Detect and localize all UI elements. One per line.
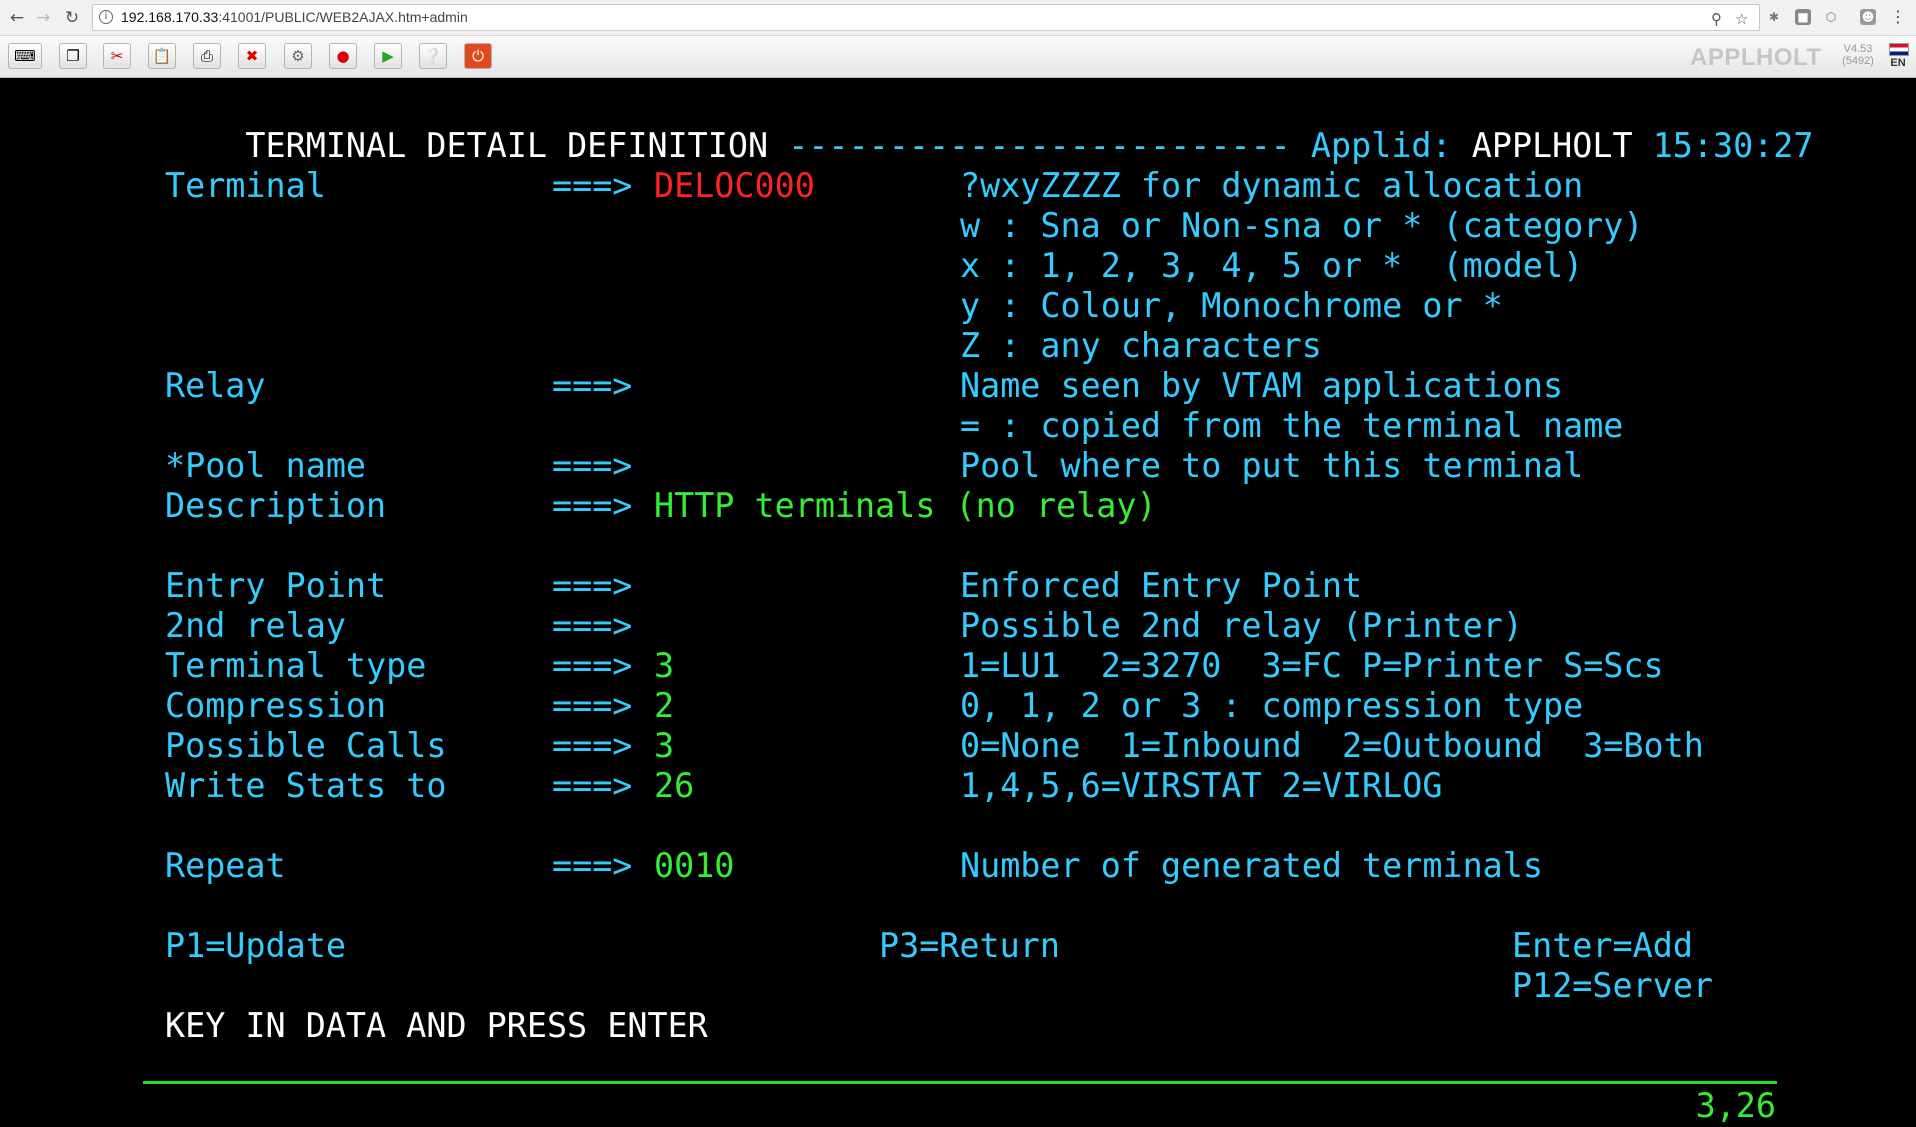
brand-logo: APPLHOLT bbox=[1690, 44, 1822, 71]
help-terminal-5: Z : any characters bbox=[960, 326, 1322, 365]
enter-add-key[interactable]: Enter=Add bbox=[1512, 926, 1693, 966]
help-repeat: Number of generated terminals bbox=[960, 846, 1543, 885]
applid-label: Applid: bbox=[1310, 126, 1452, 165]
arrow-left-icon[interactable]: ← bbox=[7, 8, 27, 28]
arrow-compression: ===> bbox=[552, 686, 633, 725]
applid-value: APPLHOLT bbox=[1471, 126, 1633, 165]
help-compression: 0, 1, 2 or 3 : compression type bbox=[960, 686, 1584, 725]
arrow-2nd-relay: ===> bbox=[552, 606, 633, 645]
emulator-toolbar: ⌨ ❐ ✂ 📋 ⎙ ✖ ⚙ ● ▶ ❔ ⏻ APPLHOLT V4.53 (54… bbox=[0, 36, 1916, 78]
terminal-type-input[interactable]: 3 bbox=[654, 646, 674, 686]
pf3-return-key[interactable]: P3=Return bbox=[879, 926, 1060, 966]
2nd-relay-input[interactable] bbox=[654, 606, 934, 646]
field-label-write-stats: Write Stats to bbox=[165, 766, 447, 805]
browser-address-bar: ← → ↻ i 192.168.170.33:41001/PUBLIC/WEB2… bbox=[0, 0, 1916, 36]
close-session-icon[interactable]: ✖ bbox=[238, 43, 266, 69]
keyboard-icon[interactable]: ⌨ bbox=[8, 43, 42, 69]
extension-puzzle-icon[interactable]: ✱ bbox=[1766, 9, 1782, 25]
settings-icon[interactable]: ⚙ bbox=[284, 43, 312, 69]
url-input[interactable]: i 192.168.170.33:41001/PUBLIC/WEB2AJAX.h… bbox=[92, 4, 1760, 31]
help-relay-1: Name seen by VTAM applications bbox=[960, 366, 1564, 405]
paste-icon[interactable]: 📋 bbox=[148, 43, 176, 69]
arrow-possible-calls: ===> bbox=[552, 726, 633, 765]
cursor-position: 3,26 bbox=[1695, 1086, 1776, 1125]
cut-icon[interactable]: ✂ bbox=[103, 43, 131, 69]
help-entry-point: Enforced Entry Point bbox=[960, 566, 1363, 605]
extension-hex-icon[interactable]: ⬡ bbox=[1823, 9, 1839, 25]
print-icon[interactable]: ⎙ bbox=[193, 43, 221, 69]
help-terminal-type: 1=LU1 2=3270 3=FC P=Printer S=Scs bbox=[960, 646, 1664, 685]
screen-title: TERMINAL DETAIL DEFINITION bbox=[245, 126, 769, 165]
clock: 15:30:27 bbox=[1652, 126, 1814, 165]
help-terminal-1: ?wxyZZZZ for dynamic allocation bbox=[960, 166, 1584, 205]
field-label-terminal-type: Terminal type bbox=[165, 646, 427, 685]
field-label-description: Description bbox=[165, 486, 387, 525]
arrow-description: ===> bbox=[552, 486, 633, 525]
field-label-terminal: Terminal bbox=[165, 166, 326, 205]
help-2nd-relay: Possible 2nd relay (Printer) bbox=[960, 606, 1523, 645]
url-text: 192.168.170.33:41001/PUBLIC/WEB2AJAX.htm… bbox=[121, 9, 468, 25]
arrow-pool: ===> bbox=[552, 446, 633, 485]
possible-calls-input[interactable]: 3 bbox=[654, 726, 674, 766]
pf1-update-key[interactable]: P1=Update bbox=[165, 926, 346, 966]
title-rule: ------------------------- bbox=[788, 126, 1291, 165]
write-stats-input[interactable]: 26 bbox=[654, 766, 694, 806]
language-label[interactable]: EN bbox=[1887, 57, 1909, 69]
arrow-terminal: ===> bbox=[552, 166, 633, 205]
version-label: V4.53 (5492) bbox=[1842, 43, 1874, 67]
field-label-pool: *Pool name bbox=[165, 446, 367, 485]
message-line: KEY IN DATA AND PRESS ENTER bbox=[165, 1006, 708, 1045]
repeat-input[interactable]: 0010 bbox=[654, 846, 734, 886]
help-terminal-3: x : 1, 2, 3, 4, 5 or * (model) bbox=[960, 246, 1584, 285]
field-label-possible-calls: Possible Calls bbox=[165, 726, 447, 765]
arrow-right-icon[interactable]: → bbox=[33, 8, 53, 28]
field-label-repeat: Repeat bbox=[165, 846, 286, 885]
play-icon[interactable]: ▶ bbox=[374, 43, 402, 69]
help-terminal-4: y : Colour, Monochrome or * bbox=[960, 286, 1503, 325]
pool-input[interactable] bbox=[654, 446, 934, 486]
record-icon[interactable]: ● bbox=[329, 43, 357, 69]
field-label-compression: Compression bbox=[165, 686, 387, 725]
help-possible-calls: 0=None 1=Inbound 2=Outbound 3=Both bbox=[960, 726, 1704, 765]
description-input[interactable]: HTTP terminals (no relay) bbox=[654, 486, 1157, 526]
terminal-input[interactable]: DELOC000 bbox=[654, 166, 815, 206]
relay-input[interactable] bbox=[654, 366, 934, 406]
info-icon[interactable]: i bbox=[99, 10, 113, 24]
title-row: TERMINAL DETAIL DEFINITION -------------… bbox=[165, 86, 1813, 165]
star-icon[interactable]: ☆ bbox=[1735, 10, 1748, 28]
status-divider bbox=[143, 1081, 1777, 1084]
power-icon[interactable]: ⏻ bbox=[464, 43, 492, 69]
menu-icon[interactable]: ⋮ bbox=[1890, 9, 1906, 25]
help-terminal-2: w : Sna or Non-sna or * (category) bbox=[960, 206, 1644, 245]
compression-input[interactable]: 2 bbox=[654, 686, 674, 726]
arrow-write-stats: ===> bbox=[552, 766, 633, 805]
copy-icon[interactable]: ❐ bbox=[59, 43, 87, 69]
reload-icon[interactable]: ↻ bbox=[62, 8, 82, 28]
arrow-entry-point: ===> bbox=[552, 566, 633, 605]
pf12-server-key[interactable]: P12=Server bbox=[1512, 966, 1713, 1006]
arrow-terminal-type: ===> bbox=[552, 646, 633, 685]
arrow-repeat: ===> bbox=[552, 846, 633, 885]
field-label-relay: Relay bbox=[165, 366, 266, 405]
arrow-relay: ===> bbox=[552, 366, 633, 405]
help-icon[interactable]: ❔ bbox=[419, 43, 447, 69]
help-relay-2: = : copied from the terminal name bbox=[960, 406, 1624, 445]
field-label-entry-point: Entry Point bbox=[165, 566, 387, 605]
help-pool: Pool where to put this terminal bbox=[960, 446, 1584, 485]
key-icon[interactable]: ⚲ bbox=[1711, 10, 1722, 28]
extension-person-icon[interactable]: ☻ bbox=[1860, 9, 1876, 25]
extension-square-icon[interactable]: ■ bbox=[1795, 9, 1811, 25]
flag-icon[interactable] bbox=[1889, 43, 1909, 56]
entry-point-input[interactable] bbox=[654, 566, 934, 606]
field-label-2nd-relay: 2nd relay bbox=[165, 606, 346, 645]
help-write-stats: 1,4,5,6=VIRSTAT 2=VIRLOG bbox=[960, 766, 1443, 805]
